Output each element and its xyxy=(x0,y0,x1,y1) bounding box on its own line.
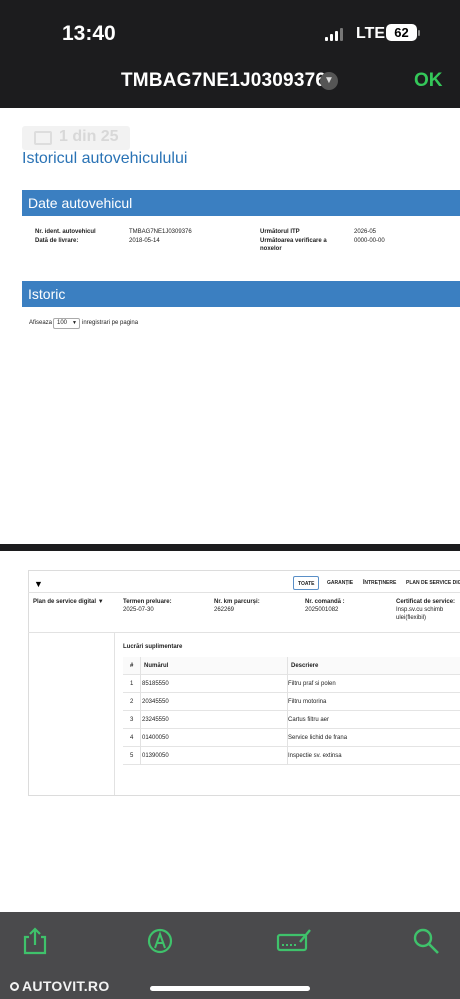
logo-mark-icon xyxy=(10,982,19,991)
column-divider xyxy=(287,657,288,765)
certificate-value-line1: Insp.sv.cu schimb xyxy=(396,607,444,613)
delivery-label: Dată de livrare: xyxy=(35,238,79,244)
section-history: Istoric xyxy=(22,281,460,307)
battery-icon: 62 xyxy=(386,24,417,41)
watermark-logo: AUTOVIT.RO xyxy=(10,978,110,994)
column-divider xyxy=(114,632,115,795)
vin-label: Nr. ident. autovehicul xyxy=(35,229,96,235)
row-index: 1 xyxy=(130,681,134,687)
term-label: Termen preluare: xyxy=(123,599,172,605)
record-type[interactable]: Plan de service digital ▼ xyxy=(33,598,104,606)
noxe-label-line1: Următoarea verificare a xyxy=(260,238,327,244)
col-part-number: Numărul xyxy=(144,663,169,669)
row-part: 01390050 xyxy=(142,753,169,759)
pages-icon xyxy=(34,131,52,145)
chevron-down-icon: ▼ xyxy=(72,320,77,326)
table-row: 5 01390050 Inspectie sv. extinsa xyxy=(123,747,460,765)
row-part: 20345550 xyxy=(142,699,169,705)
tab-digital-service-plan[interactable]: PLAN DE SERVICE DIGITAL xyxy=(406,576,460,590)
row-index: 2 xyxy=(130,699,134,705)
top-bar: 13:40 LTE 62 TMBAG7NE1J0309376 ▼ OK xyxy=(0,0,460,108)
table-row: 4 01400050 Service lichid de frana xyxy=(123,729,460,747)
signature-icon[interactable] xyxy=(276,926,312,956)
itp-label: Următorul ITP xyxy=(260,229,300,235)
row-part: 23245550 xyxy=(142,717,169,723)
extra-works-label: Lucrări suplimentare xyxy=(123,644,183,650)
chevron-down-icon[interactable]: ▼ xyxy=(34,579,43,589)
noxe-label-line2: noxelor xyxy=(260,246,282,252)
row-index: 4 xyxy=(130,735,134,741)
markup-icon[interactable] xyxy=(145,926,175,956)
signal-icon xyxy=(325,28,347,41)
row-desc: Filtru praf si polen xyxy=(288,681,336,687)
certificate-value-line2: ulei(flexibil) xyxy=(396,615,427,621)
per-page-label: inregistrari pe pagina xyxy=(82,320,139,326)
row-desc: Cartus filtru aer xyxy=(288,717,330,723)
term-value: 2025-07-30 xyxy=(123,607,154,613)
tab-warranty[interactable]: GARANȚIE xyxy=(327,576,353,590)
status-time: 13:40 xyxy=(62,22,116,45)
table-row: 3 23245550 Cartus filtru aer xyxy=(123,711,460,729)
show-label: Afiseaza xyxy=(29,320,53,326)
watermark-text: AUTOVIT.RO xyxy=(22,978,110,994)
row-index: 5 xyxy=(130,753,134,759)
certificate-label: Certificat de service: xyxy=(396,599,456,605)
battery-tip xyxy=(418,30,420,36)
divider xyxy=(28,632,460,633)
order-label: Nr. comandă : xyxy=(305,599,345,605)
col-index: # xyxy=(130,663,134,669)
page-indicator: 1 din 25 xyxy=(22,126,130,150)
km-label: Nr. km parcurși: xyxy=(214,599,260,605)
row-desc: Filtru motorina xyxy=(288,699,327,705)
ok-button[interactable]: OK xyxy=(414,70,443,92)
tab-all[interactable]: TOATE xyxy=(293,576,320,590)
record-type-label: Plan de service digital xyxy=(33,599,97,605)
table-row: 1 85185550 Filtru praf si polen xyxy=(123,675,460,693)
divider xyxy=(28,592,460,593)
chevron-down-icon[interactable]: ▼ xyxy=(320,72,338,90)
share-icon[interactable] xyxy=(20,926,50,956)
page-separator xyxy=(0,544,460,551)
chevron-down-icon: ▼ xyxy=(97,599,104,605)
row-desc: Inspectie sv. extinsa xyxy=(288,753,342,759)
document-title[interactable]: TMBAG7NE1J0309376 xyxy=(121,70,326,92)
row-part: 01400050 xyxy=(142,735,169,741)
itp-value: 2026-05 xyxy=(354,229,377,235)
home-indicator[interactable] xyxy=(150,986,310,991)
order-value: 2025001082 xyxy=(305,607,339,613)
km-value: 262269 xyxy=(214,607,235,613)
entries-select-value: 100 xyxy=(57,320,68,326)
row-desc: Service lichid de frana xyxy=(288,735,348,741)
col-description: Descriere xyxy=(291,663,319,669)
column-divider xyxy=(140,657,141,765)
row-part: 85185550 xyxy=(142,681,169,687)
search-icon[interactable] xyxy=(411,926,441,956)
vin-value: TMBAG7NE1J0309376 xyxy=(129,229,192,235)
tab-maintenance[interactable]: ÎNTREȚINERE xyxy=(363,576,396,590)
table-row: 2 20345550 Filtru motorina xyxy=(123,693,460,711)
page-indicator-text: 1 din 25 xyxy=(59,128,119,145)
delivery-value: 2018-05-14 xyxy=(129,238,160,244)
entries-select[interactable]: 100 ▼ xyxy=(53,318,80,329)
noxe-value: 0000-00-00 xyxy=(354,238,385,244)
row-index: 3 xyxy=(130,717,134,723)
page-heading: Istoricul autovehiculului xyxy=(22,150,188,167)
table-header: # Numărul Descriere xyxy=(123,657,460,675)
section-vehicle-data: Date autovehicul xyxy=(22,190,460,216)
network-type: LTE xyxy=(356,25,386,42)
